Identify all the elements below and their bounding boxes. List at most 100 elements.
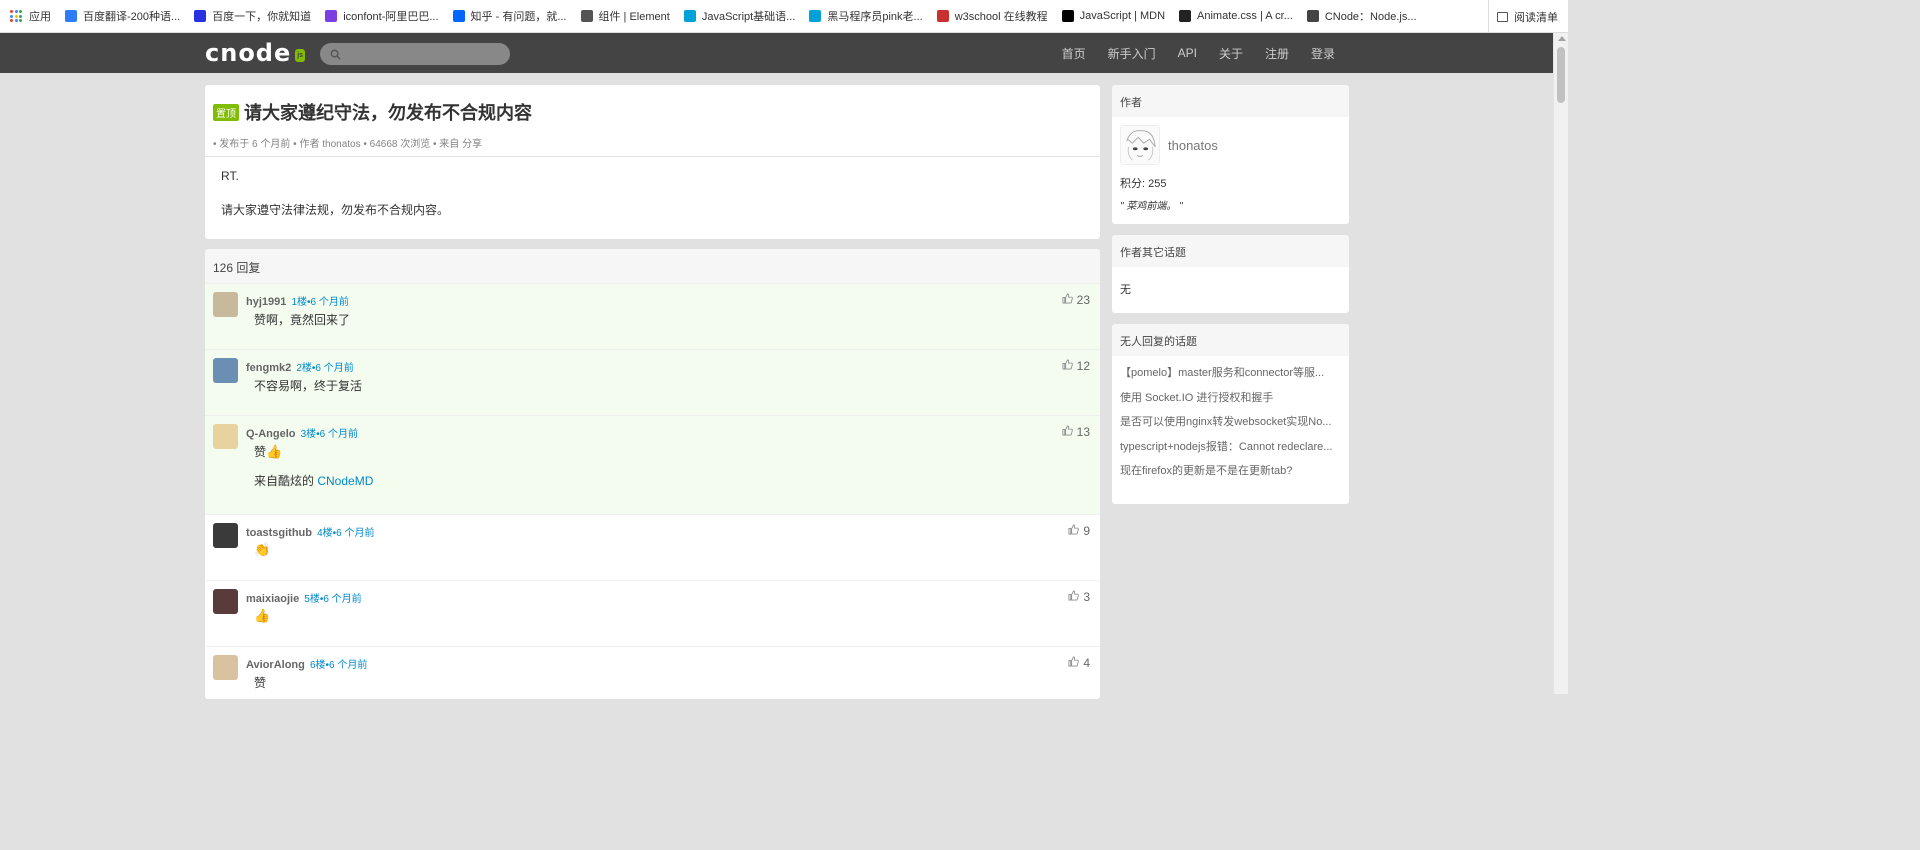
baidu-paw-icon (194, 10, 207, 22)
pinned-tag: 置顶 (213, 103, 239, 121)
reply-item: Q-Angelo 3楼•6 个月前赞👍 来自酷炫的 CNodeMD 13 (205, 415, 1100, 514)
like-button[interactable]: 13 (1062, 425, 1090, 439)
reply-author-line: maixiaojie 5楼•6 个月前 (246, 590, 1092, 605)
reply-floor-link[interactable]: 6楼•6 个月前 (310, 660, 367, 671)
author-avatar[interactable] (1120, 125, 1160, 165)
baidu-translate-icon (65, 10, 77, 22)
unanswered-topic-link[interactable]: 现在firefox的更新是不是在更新tab? (1120, 459, 1341, 484)
reply-text-line: 👍 (254, 608, 1092, 624)
reply-author-link[interactable]: fengmk2 (246, 362, 291, 374)
like-count: 3 (1083, 590, 1090, 604)
emoji-icon: 👏 (254, 542, 271, 557)
page-scrollbar[interactable] (1553, 33, 1568, 694)
reply-text-line: 赞👍 (254, 443, 1092, 460)
bookmark-item[interactable]: 组件 | Element (580, 8, 670, 24)
animate-icon (1179, 10, 1192, 22)
search-box[interactable] (320, 43, 510, 65)
bookmark-item[interactable]: JavaScript基础语... (683, 8, 795, 24)
reply-text-line: 不容易啊，终于复活 (254, 377, 1092, 394)
reply-author-link[interactable]: toastsgithub (246, 527, 312, 539)
nav-home-link[interactable]: 首页 (1062, 45, 1086, 62)
bookmark-item[interactable]: 黑马程序员pink老... (809, 8, 923, 24)
reply-floor-link[interactable]: 5楼•6 个月前 (304, 594, 361, 605)
bookmark-label: iconfont-阿里巴巴... (343, 11, 439, 23)
cnode-logo[interactable]: cnode js (205, 39, 305, 67)
like-count: 12 (1076, 359, 1090, 373)
avatar[interactable] (213, 358, 238, 383)
unanswered-topic-link[interactable]: 使用 Socket.IO 进行授权和握手 (1120, 386, 1341, 411)
unanswered-topic-link[interactable]: 是否可以使用nginx转发websocket实现No... (1120, 410, 1341, 435)
bookmark-item[interactable]: Animate.css | A cr... (1179, 10, 1293, 22)
reply-signature-prefix: 来自酷炫的 (254, 474, 318, 488)
bookmark-item[interactable]: JavaScript | MDN (1061, 10, 1165, 22)
reply-author-line: toastsgithub 4楼•6 个月前 (246, 524, 1092, 539)
reply-floor-link[interactable]: 2楼•6 个月前 (296, 363, 353, 374)
bookmark-item[interactable]: CNode：Node.js... (1306, 8, 1417, 24)
anime-avatar-icon (1126, 130, 1156, 161)
scroll-up-arrow-icon[interactable] (1558, 36, 1566, 41)
bookmark-item[interactable]: 百度翻译-200种语... (65, 8, 180, 24)
reply-content: 👍 (254, 608, 1092, 624)
avatar[interactable] (213, 589, 238, 614)
bookmark-label: 知乎 - 有问题，就... (470, 11, 567, 23)
like-button[interactable]: 23 (1062, 293, 1090, 307)
bookmark-label: 百度翻译-200种语... (83, 11, 181, 23)
reading-list-button[interactable]: 阅读清单 (1488, 0, 1558, 33)
unanswered-topic-link[interactable]: 【pomelo】master服务和connector等服... (1120, 361, 1341, 386)
bookmark-item[interactable]: 知乎 - 有问题，就... (452, 8, 567, 24)
nav-api-link[interactable]: API (1178, 46, 1197, 60)
nav-getstart-link[interactable]: 新手入门 (1108, 45, 1156, 62)
avatar[interactable] (213, 523, 238, 548)
nav-about-link[interactable]: 关于 (1219, 45, 1243, 62)
bookmark-item[interactable]: iconfont-阿里巴巴... (325, 8, 439, 24)
scrollbar-thumb[interactable] (1557, 47, 1565, 103)
bookmark-item[interactable]: w3school 在线教程 (936, 8, 1048, 24)
unanswered-title: 无人回复的话题 (1112, 324, 1349, 356)
reply-floor-link[interactable]: 1楼•6 个月前 (291, 297, 348, 308)
reply-author-link[interactable]: hyj1991 (246, 296, 286, 308)
reply-text-line: 赞啊，竟然回来了 (254, 311, 1092, 328)
author-panel: 作者 thonatos 积分: 255 " 菜鸡前端。 " (1112, 85, 1349, 224)
reply-item: maixiaojie 5楼•6 个月前 👍 3 (205, 580, 1100, 646)
nav-signup-link[interactable]: 注册 (1265, 45, 1289, 62)
search-input[interactable] (347, 47, 497, 61)
like-button[interactable]: 4 (1068, 656, 1090, 670)
reply-content: 不容易啊，终于复活 (254, 377, 1092, 394)
bookmark-item[interactable]: 百度一下，你就知道 (194, 8, 311, 24)
reply-item: fengmk2 2楼•6 个月前不容易啊，终于复活 12 (205, 349, 1100, 415)
unanswered-topic-link[interactable]: typescript+nodejs报错：Cannot redeclare... (1120, 435, 1341, 460)
bilibili-icon (683, 10, 696, 22)
reply-author-link[interactable]: Q-Angelo (246, 428, 296, 440)
author-name-link[interactable]: thonatos (1168, 138, 1218, 153)
bookmark-apps[interactable]: 应用 (10, 8, 51, 24)
avatar[interactable] (213, 655, 238, 680)
reply-author-link[interactable]: AviorAlong (246, 659, 305, 671)
avatar[interactable] (213, 424, 238, 449)
reply-text: 赞 (254, 676, 267, 690)
zhihu-icon (452, 10, 465, 22)
other-topics-title: 作者其它话题 (1112, 235, 1349, 267)
top-navbar: cnode js 首页 新手入门 API 关于 注册 登录 (0, 33, 1553, 73)
reply-text: 不容易啊，终于复活 (254, 379, 363, 393)
reply-content: 赞 (254, 674, 1092, 691)
cnodemd-link[interactable]: CNodeMD (317, 474, 373, 488)
other-topics-panel: 作者其它话题 无 (1112, 235, 1349, 313)
reply-floor-link[interactable]: 3楼•6 个月前 (301, 429, 358, 440)
bookmark-label: w3school 在线教程 (954, 11, 1048, 23)
avatar[interactable] (213, 292, 238, 317)
author-signature: " 菜鸡前端。 " (1120, 201, 1183, 212)
like-count: 23 (1076, 293, 1090, 307)
thumbs-up-icon (1062, 293, 1073, 307)
topic-meta: • 发布于 6 个月前 • 作者 thonatos • 64668 次浏览 • … (213, 139, 483, 150)
bookmarks-bar: 应用 百度翻译-200种语... 百度一下，你就知道 iconfont-阿里巴巴..… (0, 0, 1568, 33)
reply-list: hyj1991 1楼•6 个月前赞啊，竟然回来了 23 fengmk2 2楼•6 个… (205, 283, 1100, 699)
like-button[interactable]: 9 (1068, 524, 1090, 538)
reply-author-link[interactable]: maixiaojie (246, 593, 299, 605)
reply-floor-link[interactable]: 4楼•6 个月前 (317, 528, 374, 539)
nav-signin-link[interactable]: 登录 (1311, 45, 1335, 62)
reply-item: toastsgithub 4楼•6 个月前 👏 9 (205, 514, 1100, 580)
like-button[interactable]: 3 (1068, 590, 1090, 604)
globe-icon (580, 10, 593, 22)
topic-body-line: RT. (221, 169, 239, 183)
like-button[interactable]: 12 (1062, 359, 1090, 373)
